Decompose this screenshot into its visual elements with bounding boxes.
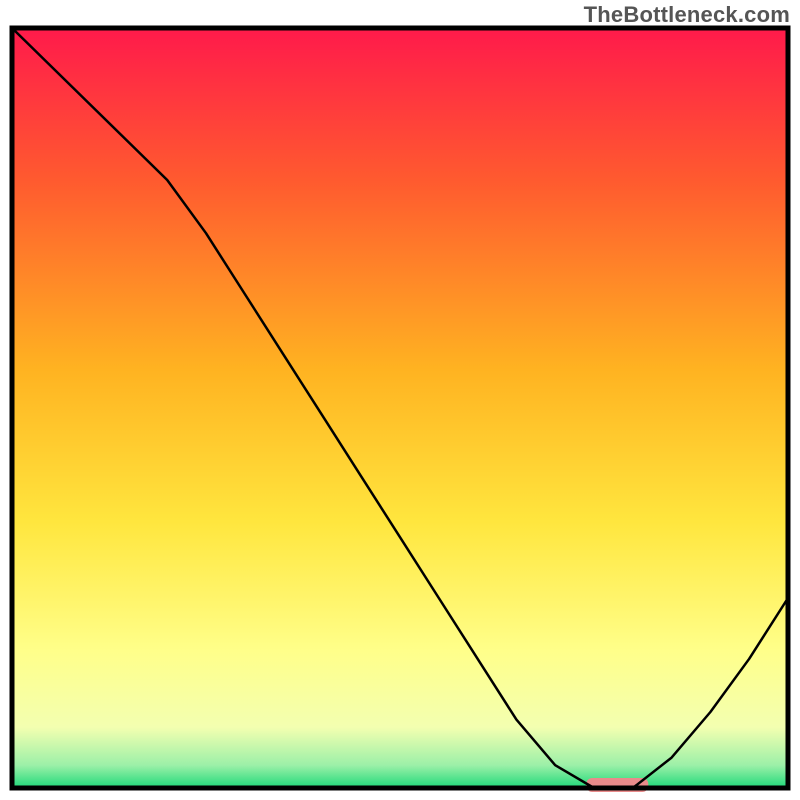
bottleneck-chart	[0, 0, 800, 800]
chart-container: TheBottleneck.com	[0, 0, 800, 800]
watermark-text: TheBottleneck.com	[584, 2, 790, 28]
